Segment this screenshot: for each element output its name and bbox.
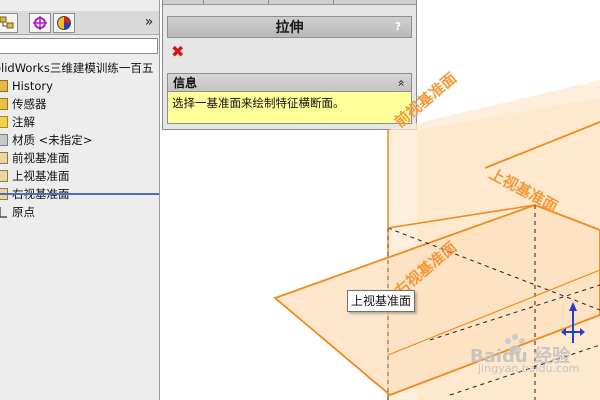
plane-tooltip: 上视基准面 (347, 290, 415, 312)
watermark-url: jingyan.baidu.com (478, 362, 580, 375)
graphics-area[interactable]: 前视基准面 上视基准面 右视基准面 (0, 0, 600, 400)
